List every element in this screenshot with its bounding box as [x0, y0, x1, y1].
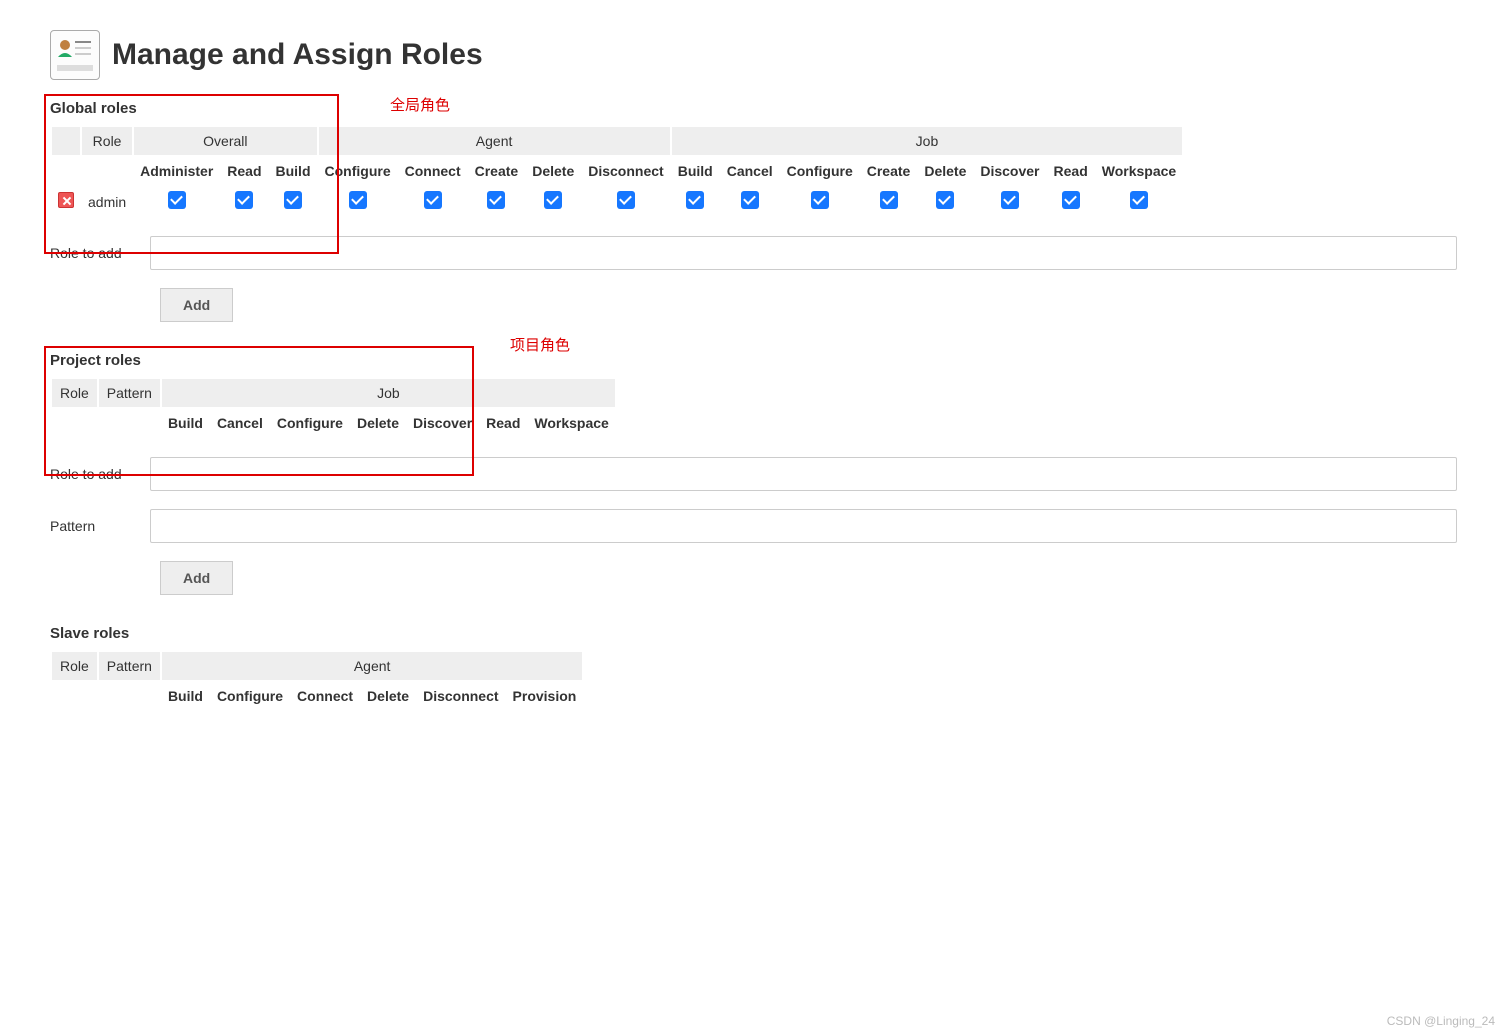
cb-overall-build[interactable]	[284, 191, 302, 209]
global-role-row: admin	[52, 187, 1182, 216]
global-col-overall-build: Build	[270, 157, 317, 185]
global-group-agent: Agent	[319, 127, 670, 155]
project-pattern-label: Pattern	[50, 518, 140, 534]
global-role-name: admin	[82, 187, 132, 216]
project-group-job: Job	[162, 379, 615, 407]
project-roles-title: Project roles	[50, 352, 1457, 369]
slave-roles-title: Slave roles	[50, 625, 1457, 642]
project-col-job-build: Build	[162, 409, 209, 437]
slave-col-agent-connect: Connect	[291, 682, 359, 710]
global-roles-section: 全局角色 Global roles Role Overall Agent Job…	[50, 100, 1457, 322]
slave-roles-table: Role Pattern Agent Build Configure Conne…	[50, 650, 584, 712]
project-col-job-configure: Configure	[271, 409, 349, 437]
global-role-to-add-input[interactable]	[150, 236, 1457, 270]
global-group-role: Role	[82, 127, 132, 155]
slave-col-agent-build: Build	[162, 682, 209, 710]
cb-job-read[interactable]	[1062, 191, 1080, 209]
global-col-agent-disconnect: Disconnect	[582, 157, 669, 185]
global-col-delete	[52, 127, 80, 155]
global-col-job-build: Build	[672, 157, 719, 185]
global-col-job-cancel: Cancel	[721, 157, 779, 185]
global-col-job-read: Read	[1048, 157, 1094, 185]
global-roles-title: Global roles	[50, 100, 1457, 117]
global-roles-table: Role Overall Agent Job Administer Read B…	[50, 125, 1184, 218]
project-role-to-add-input[interactable]	[150, 457, 1457, 491]
cb-overall-read[interactable]	[235, 191, 253, 209]
global-col-agent-connect: Connect	[399, 157, 467, 185]
global-col-job-create: Create	[861, 157, 917, 185]
global-group-overall: Overall	[134, 127, 316, 155]
cb-agent-create[interactable]	[487, 191, 505, 209]
global-col-job-workspace: Workspace	[1096, 157, 1182, 185]
slave-col-agent-configure: Configure	[211, 682, 289, 710]
project-group-pattern: Pattern	[99, 379, 160, 407]
project-group-role: Role	[52, 379, 97, 407]
project-col-job-cancel: Cancel	[211, 409, 269, 437]
slave-col-agent-disconnect: Disconnect	[417, 682, 504, 710]
slave-col-agent-delete: Delete	[361, 682, 415, 710]
project-roles-section: 项目角色 Project roles Role Pattern Job Buil…	[50, 352, 1457, 595]
global-col-job-discover: Discover	[974, 157, 1045, 185]
global-group-job: Job	[672, 127, 1183, 155]
global-add-button[interactable]: Add	[160, 288, 233, 322]
cb-agent-connect[interactable]	[424, 191, 442, 209]
project-roles-table: Role Pattern Job Build Cancel Configure …	[50, 377, 617, 439]
project-col-job-read: Read	[480, 409, 526, 437]
project-col-job-workspace: Workspace	[528, 409, 614, 437]
cb-job-configure[interactable]	[811, 191, 829, 209]
global-col-agent-delete: Delete	[526, 157, 580, 185]
global-role-to-add-label: Role to add	[50, 245, 140, 261]
project-pattern-input[interactable]	[150, 509, 1457, 543]
cb-job-cancel[interactable]	[741, 191, 759, 209]
cb-job-create[interactable]	[880, 191, 898, 209]
project-add-button[interactable]: Add	[160, 561, 233, 595]
cb-overall-administer[interactable]	[168, 191, 186, 209]
slave-group-agent: Agent	[162, 652, 582, 680]
cb-agent-disconnect[interactable]	[617, 191, 635, 209]
slave-group-pattern: Pattern	[99, 652, 160, 680]
cb-agent-configure[interactable]	[349, 191, 367, 209]
global-col-job-configure: Configure	[781, 157, 859, 185]
cb-job-build[interactable]	[686, 191, 704, 209]
global-col-agent-create: Create	[469, 157, 525, 185]
slave-col-agent-provision: Provision	[507, 682, 583, 710]
project-col-job-discover: Discover	[407, 409, 478, 437]
cb-agent-delete[interactable]	[544, 191, 562, 209]
page-header: Manage and Assign Roles	[50, 30, 1457, 80]
delete-role-icon[interactable]	[58, 192, 74, 208]
cb-job-workspace[interactable]	[1130, 191, 1148, 209]
watermark: CSDN @Linging_24	[1387, 1014, 1495, 1028]
user-card-icon	[50, 30, 100, 80]
global-col-agent-configure: Configure	[319, 157, 397, 185]
cb-job-discover[interactable]	[1001, 191, 1019, 209]
project-col-job-delete: Delete	[351, 409, 405, 437]
cb-job-delete[interactable]	[936, 191, 954, 209]
page-title: Manage and Assign Roles	[112, 38, 483, 72]
global-col-overall-administer: Administer	[134, 157, 219, 185]
project-role-to-add-label: Role to add	[50, 466, 140, 482]
slave-roles-section: Slave roles Role Pattern Agent Build Con…	[50, 625, 1457, 712]
global-col-job-delete: Delete	[918, 157, 972, 185]
global-col-overall-read: Read	[221, 157, 267, 185]
slave-group-role: Role	[52, 652, 97, 680]
